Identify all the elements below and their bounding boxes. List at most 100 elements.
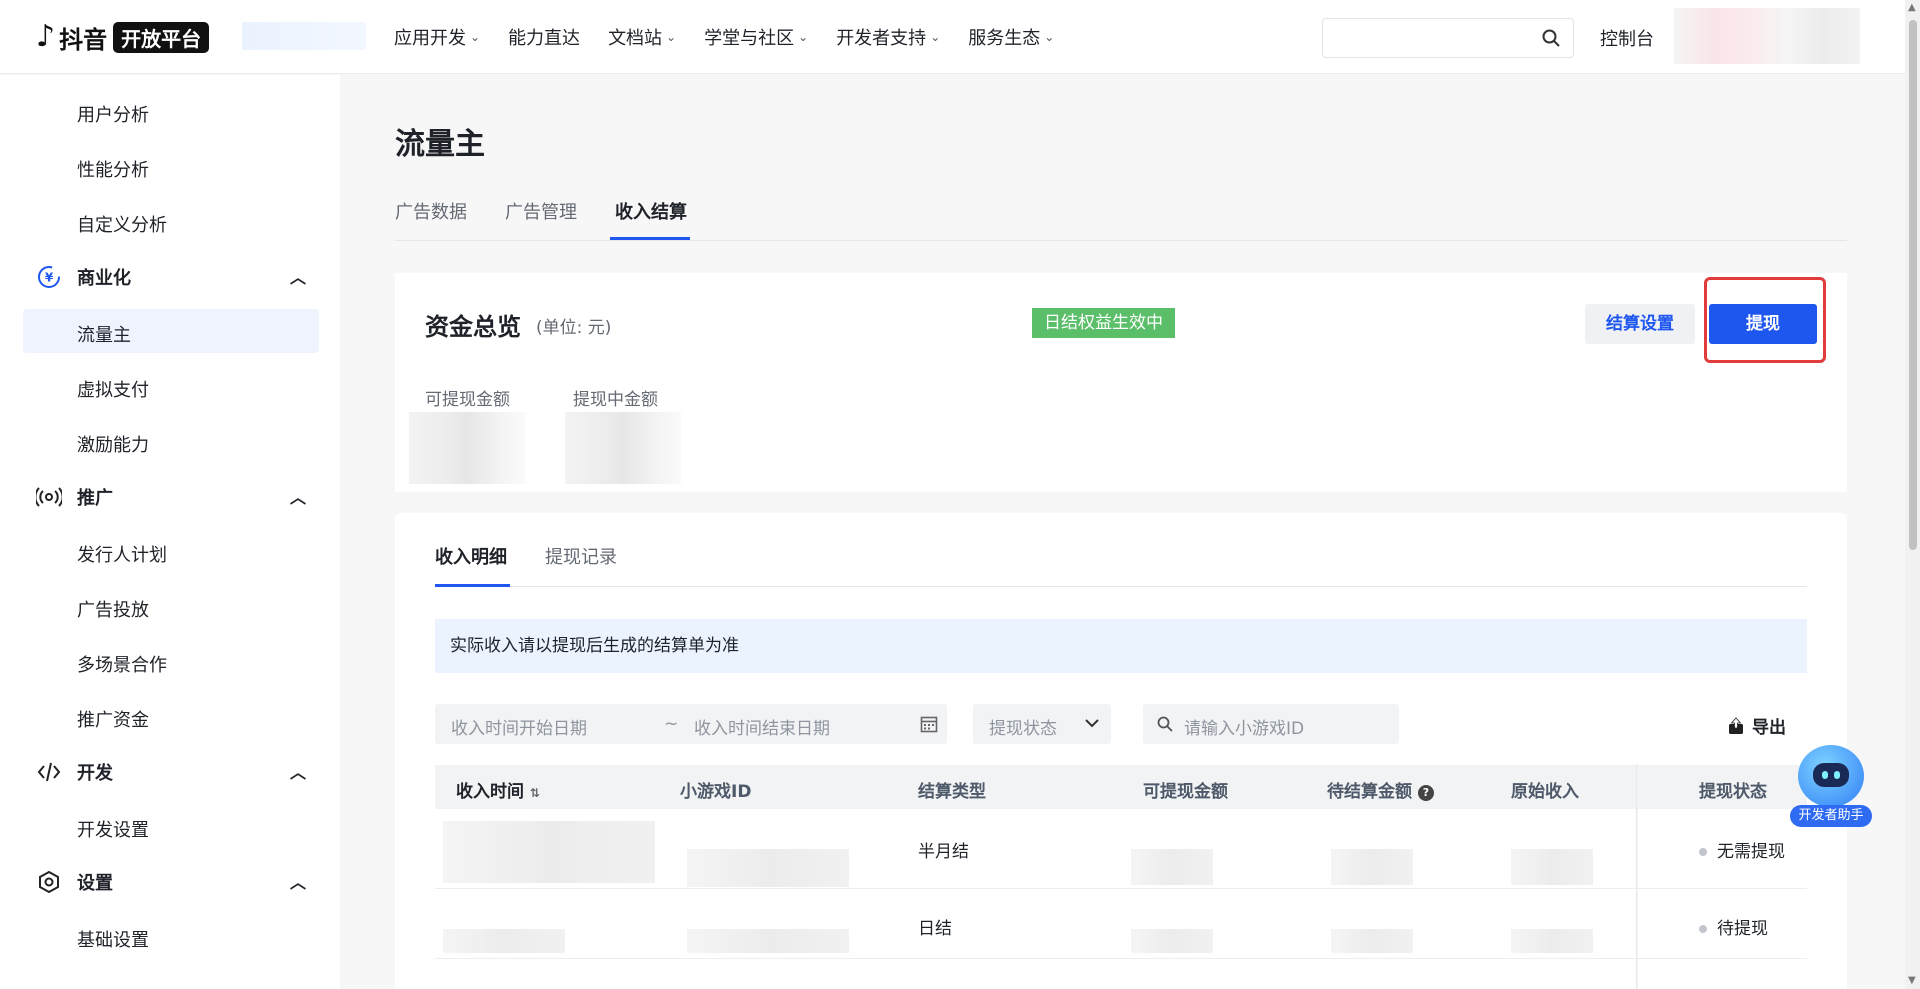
user-avatar-redacted[interactable] — [1674, 8, 1860, 64]
withdraw-highlight-box — [1704, 277, 1826, 363]
sidebar-group-label: 推广 — [77, 488, 113, 509]
help-icon[interactable]: ? — [1417, 785, 1434, 801]
date-range-separator: ~ — [664, 714, 679, 734]
sidebar-item-incentive[interactable]: 激励能力 — [77, 431, 149, 457]
col-withdrawable: 可提现金额 — [1143, 782, 1228, 802]
top-nav: 应用开发 ⌄ 能力直达 文档站 ⌄ 学堂与社区 ⌄ 开发者支持 ⌄ 服务生态 ⌄ — [394, 22, 1054, 52]
chevron-down-icon: ⌄ — [470, 30, 481, 44]
sidebar-group-label: 开发 — [77, 763, 113, 784]
tiktok-logo-icon: ♪ — [36, 19, 56, 54]
export-icon — [1729, 716, 1743, 734]
pending-amount-redacted — [1331, 929, 1413, 953]
nav-item-dev-support[interactable]: 开发者支持 ⌄ — [836, 22, 940, 52]
search-icon — [1157, 716, 1173, 732]
chevron-up-icon[interactable]: ︿ — [290, 264, 306, 288]
col-withdraw-status: 提现状态 — [1699, 782, 1767, 802]
original-income-redacted — [1511, 929, 1593, 953]
robot-face — [1813, 763, 1849, 787]
start-date-input[interactable]: 收入时间开始日期 — [451, 714, 587, 739]
game-id-search-input[interactable]: 请输入小游戏ID — [1143, 704, 1399, 744]
page-scrollbar[interactable]: ▲ ▼ — [1905, 0, 1920, 989]
sidebar-group-label: 商业化 — [77, 268, 131, 289]
sidebar-item-traffic-owner[interactable]: 流量主 — [77, 321, 131, 347]
fixed-column-shadow — [1636, 764, 1638, 989]
chevron-down-icon: ⌄ — [666, 30, 677, 44]
status-dot — [1699, 925, 1707, 933]
withdraw-status-cell: 无需提现 — [1699, 837, 1785, 862]
nav-item-academy[interactable]: 学堂与社区 ⌄ — [704, 22, 808, 52]
nav-item-capabilities[interactable]: 能力直达 — [508, 22, 580, 52]
console-link[interactable]: 控制台 — [1600, 25, 1654, 51]
scroll-down-icon[interactable]: ▼ — [1908, 975, 1916, 986]
sidebar-item-dev-settings[interactable]: 开发设置 — [77, 816, 149, 842]
sidebar-item-basic-settings[interactable]: 基础设置 — [77, 926, 149, 952]
settings-icon — [36, 869, 62, 895]
developer-assistant-button[interactable]: 开发者助手 — [1790, 745, 1872, 829]
end-date-input[interactable]: 收入时间结束日期 — [694, 714, 830, 739]
sidebar-item-user-analysis[interactable]: 用户分析 — [77, 101, 149, 127]
tab-income-detail[interactable]: 收入明细 — [435, 543, 507, 569]
col-original-income: 原始收入 — [1511, 782, 1579, 802]
status-text: 待提现 — [1717, 919, 1768, 939]
status-select-value: 提现状态 — [989, 719, 1057, 739]
export-button[interactable]: 导出 — [1728, 713, 1786, 738]
date-range-picker[interactable]: 收入时间开始日期 ~ 收入时间结束日期 — [435, 704, 947, 744]
top-header: ♪ 抖音 开放平台 应用开发 ⌄ 能力直达 文档站 ⌄ 学堂与社区 ⌄ 开发者支持 ⌄ … — [0, 0, 1905, 74]
withdraw-status-select[interactable]: 提现状态 — [973, 704, 1111, 744]
sidebar-item-ad-delivery[interactable]: 广告投放 — [77, 596, 149, 622]
top-search-input[interactable] — [1322, 18, 1574, 58]
scroll-thumb[interactable] — [1909, 20, 1917, 550]
sidebar-item-custom-analysis[interactable]: 自定义分析 — [77, 211, 167, 237]
col-game-id: 小游戏ID — [680, 782, 752, 802]
sidebar-group-promotion[interactable]: 推广 ︿ — [36, 484, 306, 510]
status-dot — [1699, 848, 1707, 856]
income-time-redacted — [443, 929, 565, 953]
withdrawable-amount-redacted — [1131, 929, 1213, 953]
nav-item-ecosystem[interactable]: 服务生态 ⌄ — [968, 22, 1054, 52]
table-row: 日结 待提现 — [435, 889, 1807, 959]
search-placeholder: 请输入小游戏ID — [1184, 719, 1305, 739]
logo-text: 抖音 — [59, 25, 108, 54]
sidebar-item-virtual-payment[interactable]: 虚拟支付 — [77, 376, 149, 402]
search-icon[interactable] — [1541, 28, 1561, 48]
game-id-redacted — [687, 929, 849, 953]
sort-icon[interactable]: ⇅ — [530, 786, 540, 800]
col-income-time[interactable]: 收入时间 ⇅ — [456, 777, 540, 802]
sidebar-group-develop[interactable]: 开发 ︿ — [36, 759, 306, 785]
sidebar-item-multi-scene[interactable]: 多场景合作 — [77, 651, 167, 677]
nav-item-docs[interactable]: 文档站 ⌄ — [608, 22, 676, 52]
chevron-up-icon[interactable]: ︿ — [290, 869, 306, 893]
calendar-icon[interactable] — [920, 715, 938, 733]
table-row: 半月结 无需提现 — [435, 809, 1807, 889]
tab-ad-data[interactable]: 广告数据 — [395, 198, 467, 224]
nav-label: 能力直达 — [508, 28, 581, 49]
income-time-redacted — [443, 821, 655, 883]
logo[interactable]: ♪ 抖音 开放平台 — [36, 19, 210, 54]
sidebar-group-settings[interactable]: 设置 ︿ — [36, 869, 306, 895]
withdrawable-amount-redacted — [409, 412, 525, 484]
assistant-label: 开发者助手 — [1790, 805, 1872, 827]
page-tabs: 广告数据 广告管理 收入结算 — [395, 195, 1847, 241]
withdraw-status-cell: 待提现 — [1699, 914, 1768, 939]
app-name-redacted — [242, 22, 366, 50]
chevron-up-icon[interactable]: ︿ — [290, 759, 306, 783]
tab-revenue-settlement[interactable]: 收入结算 — [615, 198, 687, 224]
tab-withdraw-records[interactable]: 提现记录 — [545, 543, 617, 569]
sidebar-item-performance-analysis[interactable]: 性能分析 — [77, 156, 149, 182]
settlement-settings-button[interactable]: 结算设置 — [1585, 304, 1695, 344]
withdrawing-amount-label: 提现中金额 — [573, 390, 658, 410]
settle-type-cell: 日结 — [918, 919, 952, 939]
nav-label: 学堂与社区 — [704, 28, 795, 49]
withdrawable-amount-label: 可提现金额 — [425, 390, 510, 410]
status-text: 无需提现 — [1717, 842, 1785, 862]
col-label: 收入时间 — [456, 782, 524, 802]
tab-ad-management[interactable]: 广告管理 — [505, 198, 577, 224]
nav-item-app-dev[interactable]: 应用开发 ⌄ — [394, 22, 480, 52]
sidebar-item-promotion-funds[interactable]: 推广资金 — [77, 706, 149, 732]
scroll-up-icon[interactable]: ▲ — [1908, 2, 1916, 13]
chevron-up-icon[interactable]: ︿ — [290, 484, 306, 508]
col-label: 待结算金额 — [1327, 782, 1412, 802]
original-income-redacted — [1511, 849, 1593, 885]
sidebar-item-publisher-plan[interactable]: 发行人计划 — [77, 541, 167, 567]
sidebar-group-commercial[interactable]: ¥ 商业化 ︿ — [36, 264, 306, 290]
